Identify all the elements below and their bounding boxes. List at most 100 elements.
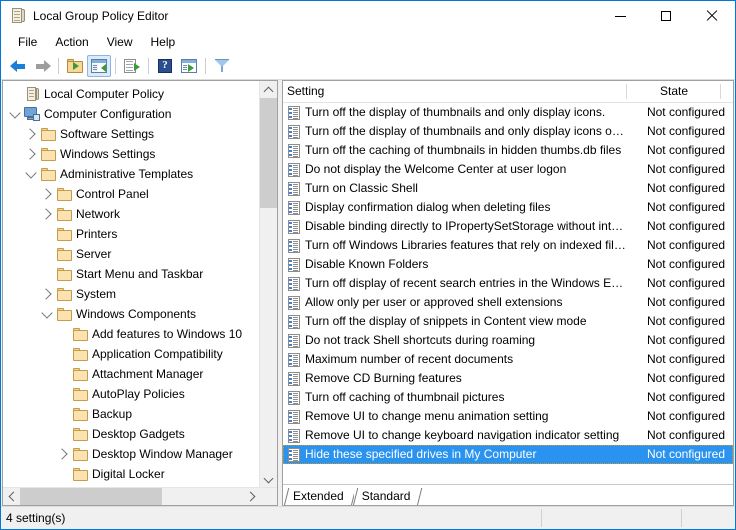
tree-item-icon <box>71 388 89 401</box>
column-header-state[interactable]: State <box>627 81 721 102</box>
tree-item[interactable]: Desktop Gadgets <box>3 424 260 444</box>
tree-item[interactable]: Control Panel <box>3 184 260 204</box>
tree-twisty[interactable] <box>39 306 55 322</box>
chevron-up-icon <box>264 86 274 96</box>
folder-icon <box>57 268 72 281</box>
settings-row[interactable]: Display confirmation dialog when deletin… <box>283 198 733 217</box>
tree-item-icon <box>71 408 89 421</box>
tree-twisty[interactable] <box>23 126 39 142</box>
tree-scroll-left-button[interactable] <box>3 488 20 505</box>
settings-row[interactable]: Turn off the caching of thumbnails in hi… <box>283 141 733 160</box>
settings-row[interactable]: Maximum number of recent documentsNot co… <box>283 350 733 369</box>
tree-twisty[interactable] <box>23 166 39 182</box>
tree-item[interactable]: Attachment Manager <box>3 364 260 384</box>
tree-twisty[interactable] <box>7 106 23 122</box>
tree-item[interactable]: Start Menu and Taskbar <box>3 264 260 284</box>
tree-scroll-up-button[interactable] <box>260 81 277 98</box>
help-button[interactable]: ? <box>153 55 177 77</box>
tree-item[interactable]: Windows Components <box>3 304 260 324</box>
back-button[interactable] <box>6 55 30 77</box>
settings-row[interactable]: Turn off the display of thumbnails and o… <box>283 122 733 141</box>
settings-row[interactable]: Allow only per user or approved shell ex… <box>283 293 733 312</box>
settings-row-name: Do not display the Welcome Center at use… <box>305 161 627 178</box>
tree-item[interactable]: Desktop Window Manager <box>3 444 260 464</box>
tree-item[interactable]: Software Settings <box>3 124 260 144</box>
tree-twisty[interactable] <box>39 246 55 262</box>
tree-item[interactable]: Add features to Windows 10 <box>3 324 260 344</box>
settings-row[interactable]: Turn on Classic ShellNot configured <box>283 179 733 198</box>
settings-row[interactable]: Hide these specified drives in My Comput… <box>283 445 733 464</box>
tree-item[interactable]: Administrative Templates <box>3 164 260 184</box>
settings-row[interactable]: Do not display the Welcome Center at use… <box>283 160 733 179</box>
tree-item[interactable]: Printers <box>3 224 260 244</box>
tree-twisty[interactable] <box>39 226 55 242</box>
tree-twisty[interactable] <box>55 466 71 482</box>
tree-horizontal-scrollbar[interactable] <box>3 487 277 505</box>
tree-item[interactable]: Network <box>3 204 260 224</box>
settings-row[interactable]: Remove UI to change menu animation setti… <box>283 407 733 426</box>
tree-item[interactable]: Computer Configuration <box>3 104 260 124</box>
close-button[interactable] <box>689 1 735 31</box>
up-one-level-button[interactable] <box>63 55 87 77</box>
tree-item[interactable]: Windows Settings <box>3 144 260 164</box>
settings-row[interactable]: Turn off caching of thumbnail picturesNo… <box>283 388 733 407</box>
menu-view[interactable]: View <box>98 32 142 52</box>
tree-vertical-scrollbar[interactable] <box>259 81 277 488</box>
tree-twisty[interactable] <box>7 86 23 102</box>
settings-row[interactable]: Turn off the display of thumbnails and o… <box>283 103 733 122</box>
export-list-button[interactable] <box>120 55 144 77</box>
tree-item[interactable]: AutoPlay Policies <box>3 384 260 404</box>
tree-item[interactable]: Digital Locker <box>3 464 260 484</box>
settings-row-icon <box>283 277 305 291</box>
tree-twisty[interactable] <box>23 146 39 162</box>
tree-twisty[interactable] <box>55 426 71 442</box>
settings-row[interactable]: Disable binding directly to IPropertySet… <box>283 217 733 236</box>
tree-twisty[interactable] <box>55 366 71 382</box>
settings-row[interactable]: Turn off Windows Libraries features that… <box>283 236 733 255</box>
tab-standard[interactable]: Standard <box>354 487 421 505</box>
maximize-button[interactable] <box>643 1 689 31</box>
tree-twisty[interactable] <box>55 326 71 342</box>
tree-vscroll-thumb[interactable] <box>260 98 277 208</box>
tree-twisty[interactable] <box>39 266 55 282</box>
console-tree[interactable]: Local Computer PolicyComputer Configurat… <box>3 81 260 488</box>
tree-item-label: Add features to Windows 10 <box>89 325 245 343</box>
menu-file[interactable]: File <box>9 32 46 52</box>
tree-twisty[interactable] <box>55 406 71 422</box>
tree-twisty[interactable] <box>39 286 55 302</box>
tab-extended[interactable]: Extended <box>285 487 354 505</box>
tree-item[interactable]: Local Computer Policy <box>3 84 260 104</box>
settings-row[interactable]: Do not track Shell shortcuts during roam… <box>283 331 733 350</box>
folder-icon <box>41 148 56 161</box>
show-hide-console-tree-button[interactable] <box>87 55 111 77</box>
settings-row[interactable]: Remove UI to change keyboard navigation … <box>283 426 733 445</box>
settings-listview[interactable]: Turn off the display of thumbnails and o… <box>283 103 733 484</box>
menu-action[interactable]: Action <box>46 32 97 52</box>
tree-twisty[interactable] <box>55 346 71 362</box>
minimize-button[interactable] <box>597 1 643 31</box>
tree-twisty[interactable] <box>55 446 71 462</box>
tree-item[interactable]: Server <box>3 244 260 264</box>
forward-button[interactable] <box>30 55 54 77</box>
settings-row[interactable]: Turn off display of recent search entrie… <box>283 274 733 293</box>
settings-row[interactable]: Disable Known FoldersNot configured <box>283 255 733 274</box>
tree-item[interactable]: System <box>3 284 260 304</box>
tree-twisty[interactable] <box>39 206 55 222</box>
settings-row-name: Do not track Shell shortcuts during roam… <box>305 332 627 349</box>
tree-item-label: Application Compatibility <box>89 345 226 363</box>
filter-button[interactable] <box>210 55 234 77</box>
tree-scroll-down-button[interactable] <box>260 471 277 488</box>
show-extended-view-icon <box>181 59 197 73</box>
tree-item[interactable]: Backup <box>3 404 260 424</box>
tree-twisty[interactable] <box>55 386 71 402</box>
tree-hscroll-thumb[interactable] <box>20 488 162 505</box>
tree-scroll-right-button[interactable] <box>243 488 260 505</box>
show-extended-view-button[interactable] <box>177 55 201 77</box>
tree-item[interactable]: Application Compatibility <box>3 344 260 364</box>
settings-row[interactable]: Remove CD Burning featuresNot configured <box>283 369 733 388</box>
menu-help[interactable]: Help <box>142 32 185 52</box>
settings-row[interactable]: Turn off the display of snippets in Cont… <box>283 312 733 331</box>
chevron-down-icon <box>41 307 52 318</box>
column-header-setting[interactable]: Setting <box>283 81 627 102</box>
tree-twisty[interactable] <box>39 186 55 202</box>
